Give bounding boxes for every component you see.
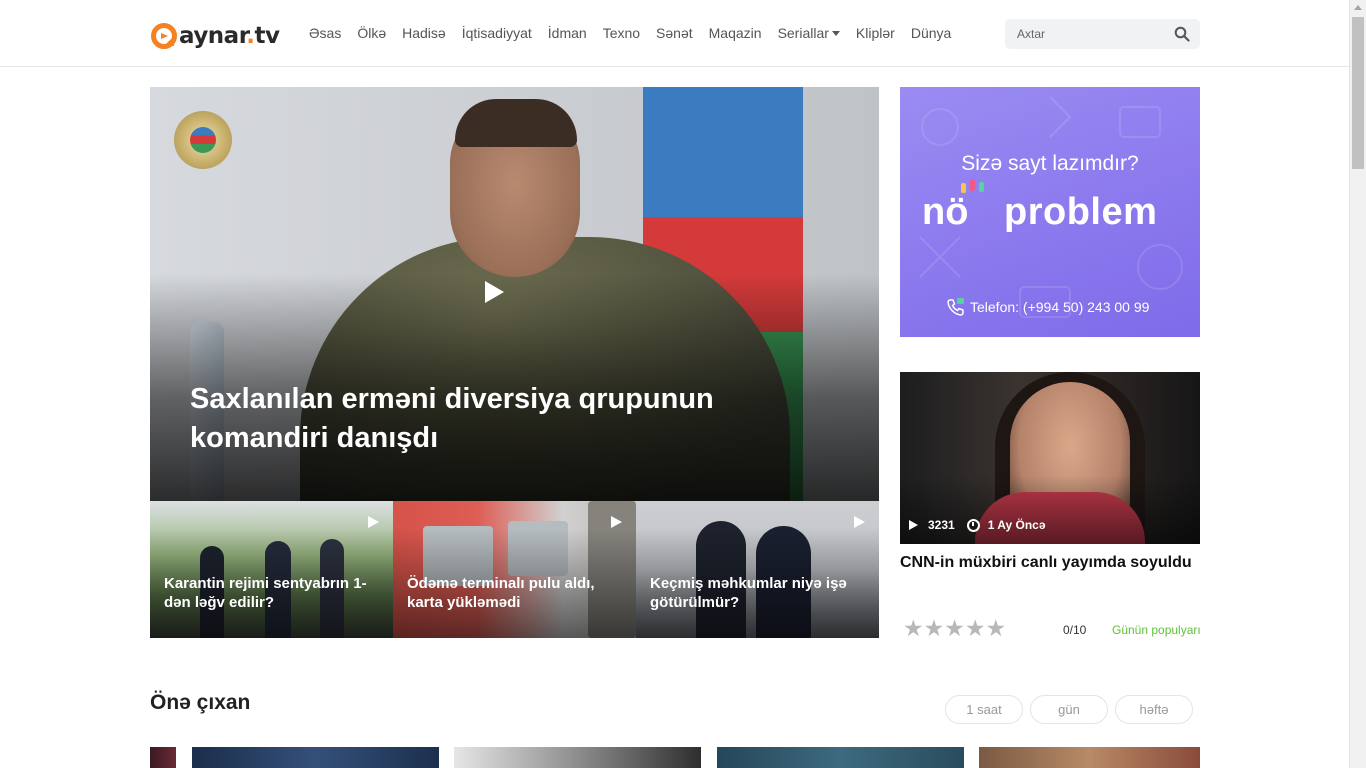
nav-item-maqazin[interactable]: Maqazin (709, 25, 762, 41)
tile-gradient-overlay (636, 501, 879, 638)
tile-gradient-overlay (150, 501, 393, 638)
video-meta: 3231 1 Ay Öncə (909, 518, 1046, 532)
nav-item-olke[interactable]: Ölkə (357, 25, 386, 41)
popular-video-title[interactable]: CNN-in müxbiri canlı yayımda soyuldu (900, 554, 1200, 572)
nav-item-klipler[interactable]: Kliplər (856, 25, 895, 41)
caret-down-icon (831, 30, 840, 36)
filter-gun-button[interactable]: gün (1030, 695, 1108, 724)
nav-item-seriallar-label: Seriallar (777, 25, 829, 41)
play-icon (611, 516, 622, 528)
trending-section-title: Önə çıxan (150, 691, 251, 714)
nav-item-esas[interactable]: Əsas (309, 25, 341, 41)
filter-hefte-button[interactable]: həftə (1115, 695, 1193, 724)
trending-thumbnail[interactable] (192, 747, 439, 768)
trending-thumbnail[interactable] (150, 747, 176, 768)
phone-icon (947, 298, 964, 316)
logo-q-icon (151, 23, 177, 49)
page-scrollbar[interactable] (1349, 0, 1366, 768)
search-input[interactable] (1017, 25, 1167, 43)
site-logo[interactable]: aynar.tv (150, 18, 280, 54)
trending-thumbnail[interactable] (454, 747, 701, 768)
nav-item-senet[interactable]: Sənət (656, 25, 693, 41)
scrollbar-thumb[interactable] (1352, 17, 1364, 169)
scroll-up-arrow-icon[interactable] (1354, 5, 1362, 10)
ad-brand-logo: nö problem (922, 179, 1182, 237)
popular-label[interactable]: Günün populyarı (1112, 623, 1201, 637)
news-tile-mehkumlar[interactable]: Keçmiş məhkumlar niyə işə götürülmür? (636, 501, 879, 638)
nav-item-texno[interactable]: Texno (603, 25, 640, 41)
trending-thumbnail[interactable] (717, 747, 964, 768)
view-count: 3231 (928, 518, 955, 532)
ad-banner[interactable]: Sizə sayt lazımdır? nö problem Telefon: … (900, 87, 1200, 337)
tile-title[interactable]: Karantin rejimi sentyabrın 1-dən ləğv ed… (164, 574, 374, 612)
main-nav: Əsas Ölkə Hadisə İqtisadiyyat İdman Texn… (309, 25, 967, 41)
popular-video-thumbnail[interactable]: 3231 1 Ay Öncə (900, 372, 1200, 544)
site-header: aynar.tv Əsas Ölkə Hadisə İqtisadiyyat İ… (0, 0, 1350, 67)
clock-icon (966, 518, 980, 532)
play-icon[interactable] (485, 281, 504, 303)
play-icon (854, 516, 865, 528)
time-ago: 1 Ay Öncə (987, 518, 1046, 532)
star-rating[interactable]: ★★★★★ (903, 617, 1006, 641)
nav-item-seriallar-dropdown[interactable]: Seriallar (778, 25, 840, 41)
logo-text: aynar.tv (179, 23, 280, 49)
tile-title[interactable]: Ödəmə terminalı pulu aldı, karta yükləmə… (407, 574, 617, 612)
news-tile-terminal[interactable]: Ödəmə terminalı pulu aldı, karta yükləmə… (393, 501, 636, 638)
nav-item-idman[interactable]: İdman (548, 25, 587, 41)
trending-thumbnail[interactable] (979, 747, 1200, 768)
nav-item-dunya[interactable]: Dünya (911, 25, 951, 41)
play-icon (368, 516, 379, 528)
rating-stars[interactable]: ★★★★★ (903, 617, 1006, 641)
nav-item-iqtisadiyyat[interactable]: İqtisadiyyat (462, 25, 532, 41)
ad-phone-text: Telefon: (+994 50) 243 00 99 (970, 299, 1150, 315)
news-tile-karantin[interactable]: Karantin rejimi sentyabrın 1-dən ləğv ed… (150, 501, 393, 638)
tile-title[interactable]: Keçmiş məhkumlar niyə işə götürülmür? (650, 574, 860, 612)
filter-1-saat-button[interactable]: 1 saat (945, 695, 1023, 724)
ad-brand-text: problem (1004, 191, 1158, 233)
nav-item-hadise[interactable]: Hadisə (402, 25, 446, 41)
ad-phone: Telefon: (+994 50) 243 00 99 (946, 297, 1149, 317)
search-box (1005, 19, 1200, 49)
hero-title[interactable]: Saxlanılan erməni diversiya qrupunun kom… (190, 380, 750, 458)
ad-brand-prefix: nö (922, 191, 969, 233)
search-icon[interactable] (1174, 26, 1190, 42)
rating-score: 0/10 (1063, 623, 1087, 637)
hero-video-card[interactable]: Saxlanılan erməni diversiya qrupunun kom… (150, 87, 879, 501)
ad-question: Sizə sayt lazımdır? (961, 152, 1139, 175)
play-icon (909, 520, 918, 530)
tile-gradient-overlay (393, 501, 636, 638)
